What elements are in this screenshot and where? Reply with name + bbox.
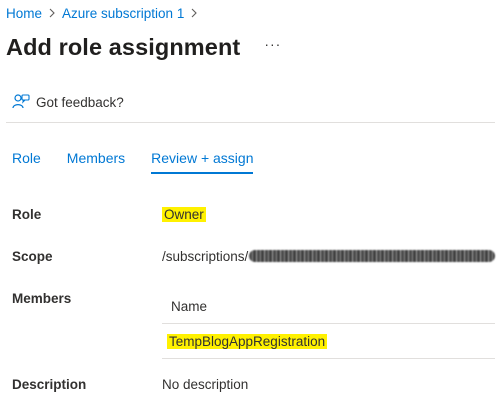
member-name: TempBlogAppRegistration xyxy=(167,333,328,349)
scope-prefix: /subscriptions/ xyxy=(162,249,249,264)
tab-members[interactable]: Members xyxy=(67,150,125,174)
more-options-button[interactable]: ··· xyxy=(264,37,281,51)
tab-review-assign[interactable]: Review + assign xyxy=(151,150,254,174)
tab-bar: Role Members Review + assign xyxy=(12,150,279,174)
table-row: TempBlogAppRegistration xyxy=(162,324,495,359)
name-column-header: Name xyxy=(171,298,208,314)
members-table-header: Name xyxy=(162,289,495,324)
description-value: No description xyxy=(162,377,249,392)
role-value-text: Owner xyxy=(162,207,206,222)
members-label: Members xyxy=(12,291,72,306)
feedback-link[interactable]: Got feedback? xyxy=(12,93,124,111)
divider xyxy=(6,122,495,123)
scope-value: /subscriptions/ xyxy=(162,249,496,264)
page: Home Azure subscription 1 Add role assig… xyxy=(0,0,503,406)
redacted-subscription-id xyxy=(249,250,496,262)
chevron-right-icon xyxy=(190,8,198,18)
page-title: Add role assignment xyxy=(6,33,241,60)
members-table: Name TempBlogAppRegistration xyxy=(162,289,495,359)
feedback-icon xyxy=(12,93,36,111)
role-value: Owner xyxy=(162,207,206,222)
title-row: Add role assignment ··· xyxy=(6,30,281,64)
breadcrumb: Home Azure subscription 1 xyxy=(6,4,204,22)
role-label: Role xyxy=(12,207,42,222)
tab-role[interactable]: Role xyxy=(12,150,41,174)
breadcrumb-subscription-link[interactable]: Azure subscription 1 xyxy=(62,6,184,21)
description-label: Description xyxy=(12,377,87,392)
chevron-right-icon xyxy=(48,8,56,18)
breadcrumb-home-link[interactable]: Home xyxy=(6,6,42,21)
scope-label: Scope xyxy=(12,249,53,264)
feedback-label: Got feedback? xyxy=(36,94,124,110)
